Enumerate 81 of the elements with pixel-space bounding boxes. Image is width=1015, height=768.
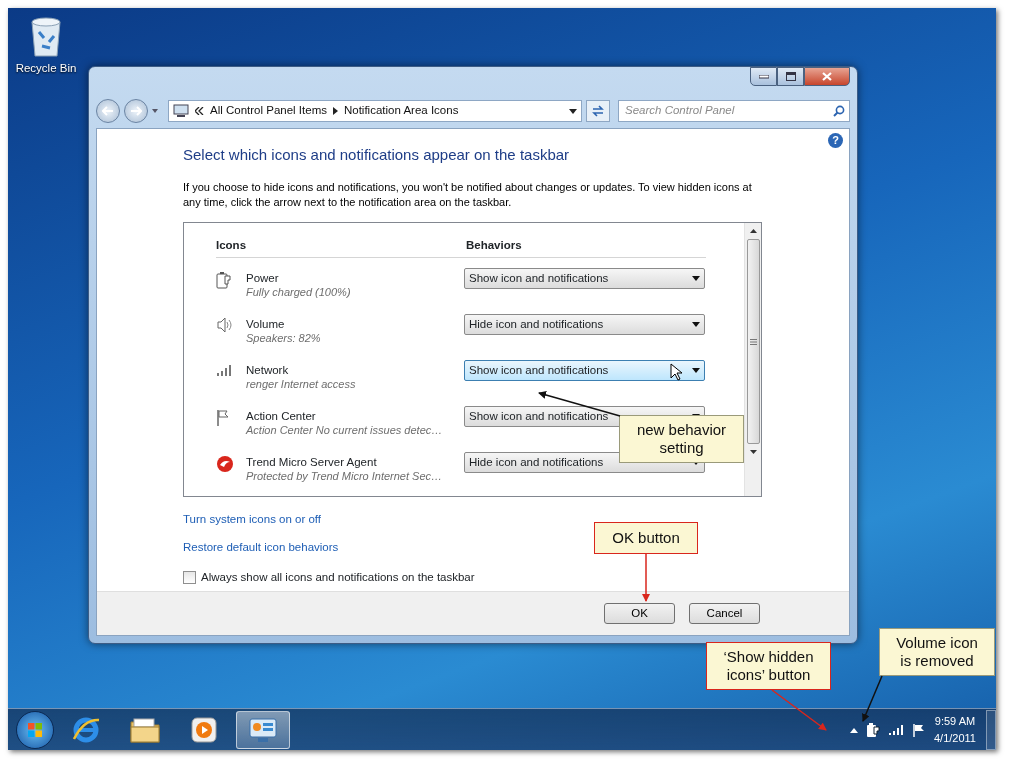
settings-link[interactable]: Turn system icons on or off (183, 511, 322, 529)
flag-icon[interactable] (912, 722, 926, 737)
show-desktop-button[interactable] (986, 709, 996, 750)
triangle-up-icon[interactable] (850, 726, 858, 733)
refresh-button[interactable] (586, 100, 610, 122)
scrollbar[interactable] (744, 223, 761, 496)
callout-tooltip: new behavior setting (619, 415, 744, 463)
icon-name: Volume (246, 317, 286, 332)
recycle-bin-icon[interactable] (29, 16, 63, 58)
behavior-dropdown[interactable]: Show icon and notifications (464, 268, 705, 290)
icon-name: Power (246, 271, 280, 286)
description-text: If you choose to hide icons and notifications, you won't be notified about changes or updates. To view hidden icons at any time, click the arrow next to the notification area on the taskbar. (183, 180, 753, 210)
settings-link[interactable]: Restore default icon behaviors (183, 539, 339, 557)
caret-down-icon[interactable] (569, 108, 577, 114)
four-pane-logo-icon (27, 721, 43, 738)
caret-down-icon[interactable] (692, 368, 700, 374)
behavior-dropdown[interactable]: Show icon and notifications (464, 360, 705, 382)
icon-name: Trend Micro Server Agent (246, 455, 378, 470)
taskbar-app-button[interactable] (236, 710, 290, 749)
play-button-icon (191, 716, 217, 743)
signal-bars-icon[interactable] (888, 723, 904, 736)
page-heading: Select which icons and notifications appear on the taskbar (183, 146, 570, 164)
scroll-up-icon[interactable] (749, 229, 757, 233)
icon-status: Action Center No current issues detec… (246, 423, 444, 438)
search-input[interactable]: Search Control Panel (623, 101, 833, 121)
forward-button[interactable] (124, 99, 148, 123)
icon-status: Speakers: 82% (246, 331, 322, 346)
icon-name: Action Center (246, 409, 317, 424)
battery-plug-icon[interactable] (866, 721, 880, 738)
breadcrumb-item[interactable]: All Control Panel Items (210, 102, 327, 120)
speaker-icon (216, 317, 234, 334)
search-box[interactable]: Search Control Panel (618, 100, 850, 122)
clock-date[interactable]: 4/1/2011 (934, 729, 976, 747)
minimize-button[interactable] (750, 67, 777, 86)
search-icon[interactable] (833, 105, 845, 117)
scroll-down-icon[interactable] (749, 450, 757, 454)
maximize-icon (785, 72, 796, 81)
callout-arrow (642, 553, 650, 602)
recycle-bin-label: Recycle Bin (15, 61, 77, 76)
callout-arrow (862, 675, 883, 722)
mouse-pointer-icon (670, 363, 682, 382)
close-icon (822, 72, 832, 81)
folder-icon (130, 716, 160, 743)
scrollbar-thumb[interactable] (746, 239, 760, 444)
always-show-checkbox[interactable] (183, 570, 196, 584)
icon-name: Network (246, 363, 290, 378)
icon-status: renger Internet access (246, 377, 357, 392)
callout-tooltip: OK button (594, 522, 698, 554)
signal-bars-icon (216, 363, 234, 378)
cancel-button[interactable]: Cancel (689, 603, 760, 624)
caret-down-icon[interactable] (692, 322, 700, 328)
close-button[interactable] (804, 67, 850, 86)
clock-time[interactable]: 9:59 AM (934, 712, 976, 730)
help-icon[interactable]: ? (828, 133, 843, 148)
column-header: Behaviors (466, 238, 522, 253)
icon-status: Protected by Trend Micro Internet Sec… (246, 469, 444, 484)
callout-arrow (771, 689, 827, 731)
grip-lines-icon (749, 338, 757, 345)
battery-plug-icon (216, 271, 232, 290)
swirl-logo-icon (216, 455, 234, 474)
checkbox-label: Always show all icons and notifications on the taskbar (201, 569, 475, 585)
ok-button[interactable]: OK (604, 603, 675, 624)
chevron-right-icon[interactable] (332, 107, 338, 115)
control-panel-icon (248, 716, 278, 743)
double-chevron-icon[interactable] (195, 107, 204, 115)
callout-tooltip: Volume icon is removed (879, 628, 995, 676)
callout-tooltip: ‘Show hidden icons’ button (706, 642, 831, 690)
arrow-left-icon (102, 106, 114, 116)
maximize-button[interactable] (777, 67, 804, 86)
breadcrumb-item[interactable]: Notification Area Icons (343, 102, 459, 120)
address-bar[interactable]: All Control Panel Items Notification Area Icons (168, 100, 582, 122)
start-button[interactable] (16, 710, 54, 749)
computer-icon (173, 104, 189, 118)
arrow-right-icon (130, 106, 142, 116)
column-header: Icons (216, 238, 248, 253)
minimize-icon (758, 74, 769, 79)
refresh-arrows-icon (591, 105, 605, 117)
icon-status: Fully charged (100%) (246, 285, 352, 300)
caret-down-icon[interactable] (692, 276, 700, 282)
back-button[interactable] (96, 99, 120, 123)
behavior-dropdown[interactable]: Hide icon and notifications (464, 314, 705, 336)
